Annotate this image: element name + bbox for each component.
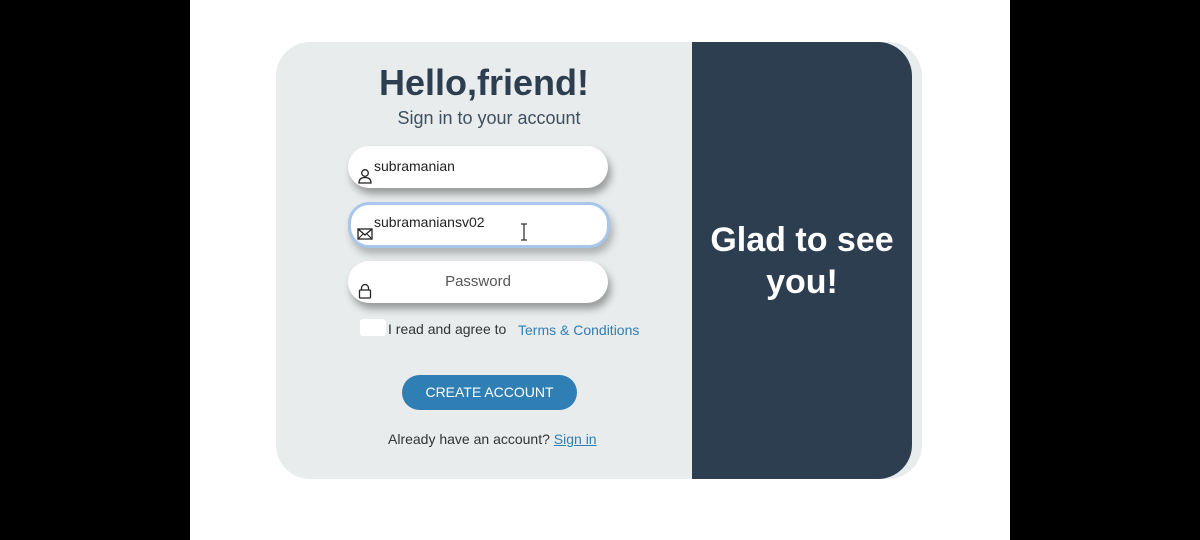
email-value: subramaniansv02: [374, 214, 485, 230]
envelope-icon: [357, 228, 373, 240]
terms-checkbox[interactable]: [360, 319, 386, 336]
agree-label: I read and agree to: [388, 321, 507, 337]
welcome-panel: Glad to see you!: [692, 42, 912, 479]
terms-link[interactable]: Terms & Conditions: [518, 322, 639, 338]
terms-agreement: I read and agree to Terms & Conditions: [360, 319, 680, 339]
welcome-message: Glad to see you!: [710, 220, 894, 301]
signup-card: Hello,friend! Sign in to your account su…: [276, 42, 922, 479]
username-value: subramanian: [374, 158, 455, 174]
text-cursor-icon: [521, 223, 527, 241]
create-account-button[interactable]: CREATE ACCOUNT: [402, 375, 577, 410]
page-subtitle: Sign in to your account: [397, 108, 581, 128]
page-title: Hello,friend!: [378, 62, 589, 103]
page-background: Hello,friend! Sign in to your account su…: [190, 0, 1010, 540]
password-field[interactable]: Password: [348, 261, 608, 303]
email-field[interactable]: subramaniansv02: [348, 202, 610, 248]
username-field[interactable]: subramanian: [348, 146, 608, 188]
password-placeholder: Password: [445, 273, 511, 290]
user-icon: [358, 169, 372, 184]
signin-prompt: Already have an account? Sign in: [388, 431, 597, 447]
signin-link[interactable]: Sign in: [554, 431, 597, 447]
signin-prompt-text: Already have an account?: [388, 431, 550, 447]
